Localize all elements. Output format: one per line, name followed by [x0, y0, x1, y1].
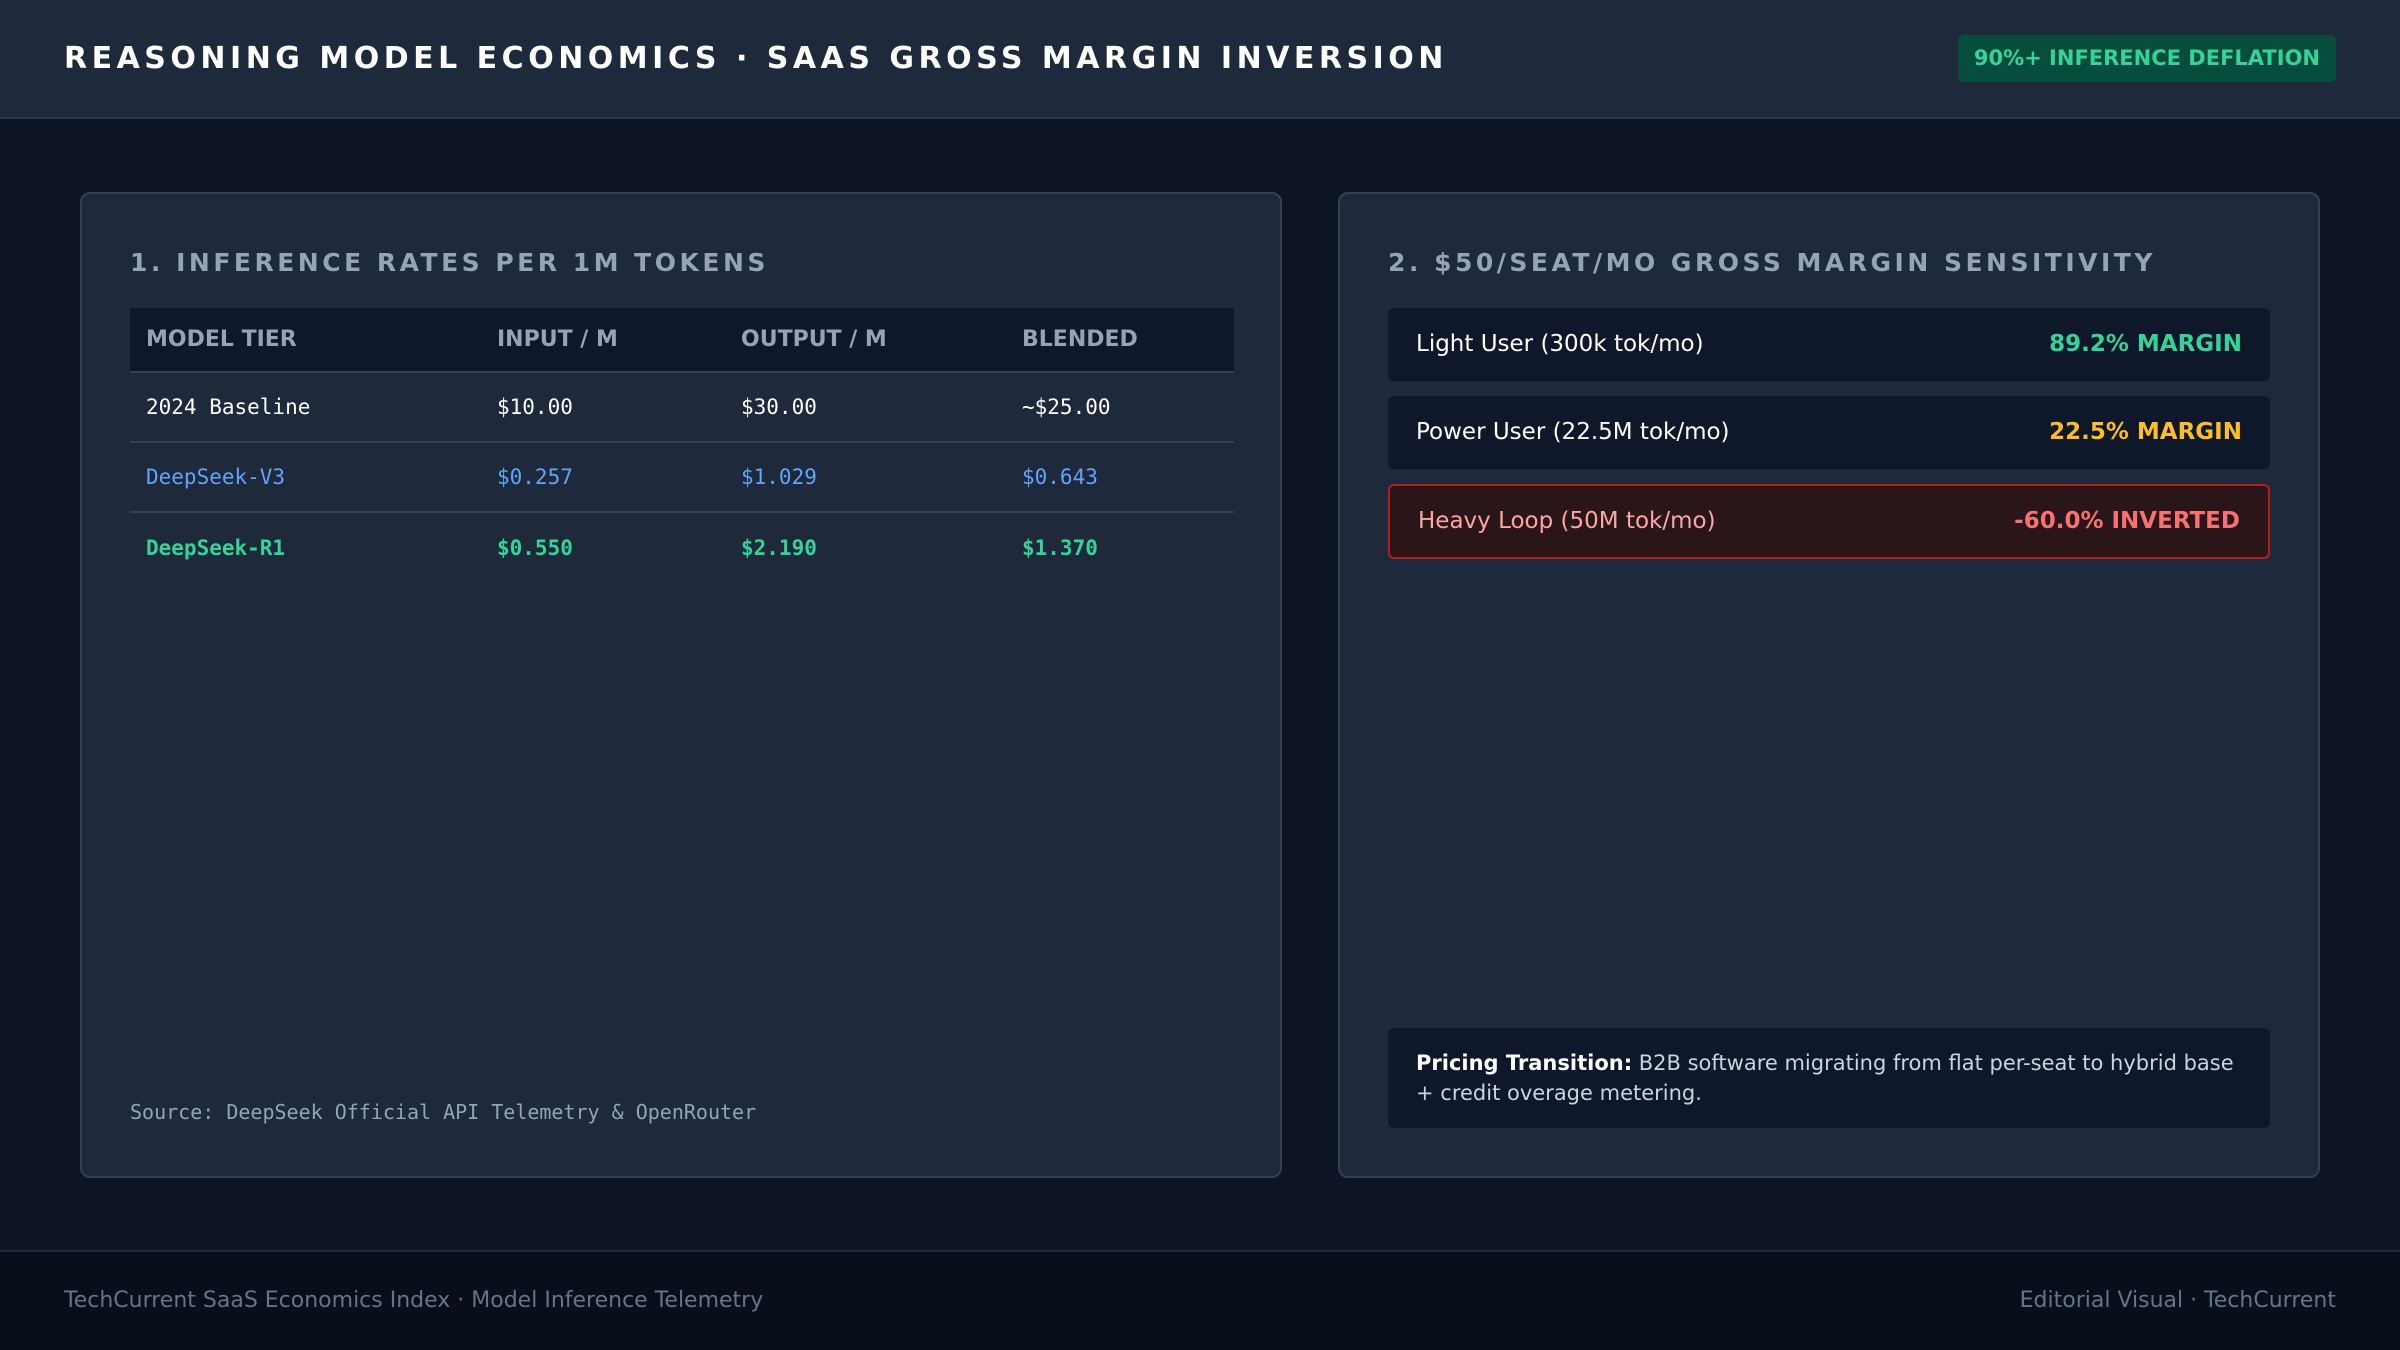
- footer-credit-left: TechCurrent SaaS Economics Index · Model…: [64, 1288, 764, 1313]
- source-note: Source: DeepSeek Official API Telemetry …: [130, 1100, 757, 1124]
- cell-output: $30.00: [725, 372, 1006, 443]
- margin-sensitivity-panel: 2. $50/SEAT/MO GROSS MARGIN SENSITIVITY …: [1338, 192, 2320, 1178]
- inference-rates-table: MODEL TIER INPUT / M OUTPUT / M BLENDED …: [130, 308, 1234, 582]
- tier-margin-value: 89.2% MARGIN: [2049, 331, 2242, 357]
- page-footer: TechCurrent SaaS Economics Index · Model…: [0, 1250, 2400, 1350]
- tier-label: Power User (22.5M tok/mo): [1416, 419, 1730, 445]
- inference-rates-title: 1. INFERENCE RATES PER 1M TOKENS: [130, 248, 769, 277]
- tier-label: Light User (300k tok/mo): [1416, 331, 1704, 357]
- page-header: REASONING MODEL ECONOMICS · SAAS GROSS M…: [0, 0, 2400, 119]
- pricing-transition-note: Pricing Transition: B2B software migrati…: [1388, 1028, 2270, 1128]
- tier-light-user: Light User (300k tok/mo) 89.2% MARGIN: [1388, 308, 2270, 381]
- table-row: DeepSeek-V3 $0.257 $1.029 $0.643: [130, 442, 1234, 513]
- cell-blended: ~$25.00: [1006, 372, 1234, 443]
- cell-model: 2024 Baseline: [130, 372, 481, 443]
- table-header-row: MODEL TIER INPUT / M OUTPUT / M BLENDED: [130, 308, 1234, 373]
- table-row: 2024 Baseline $10.00 $30.00 ~$25.00: [130, 372, 1234, 443]
- tier-power-user: Power User (22.5M tok/mo) 22.5% MARGIN: [1388, 396, 2270, 469]
- table-row: DeepSeek-R1 $0.550 $2.190 $1.370: [130, 512, 1234, 582]
- cell-output: $2.190: [741, 535, 817, 560]
- footer-credit-right: Editorial Visual · TechCurrent: [2019, 1288, 2336, 1313]
- deflation-badge: 90%+ INFERENCE DEFLATION: [1957, 35, 2336, 82]
- tier-margin-value: -60.0% INVERTED: [2014, 508, 2240, 534]
- column-header-output: OUTPUT / M: [725, 308, 1006, 373]
- cell-blended: $0.643: [1006, 442, 1234, 513]
- margin-sensitivity-title: 2. $50/SEAT/MO GROSS MARGIN SENSITIVITY: [1388, 248, 2156, 277]
- column-header-model-tier: MODEL TIER: [130, 308, 481, 373]
- tier-label: Heavy Loop (50M tok/mo): [1418, 508, 1716, 534]
- cell-model: DeepSeek-R1: [146, 535, 286, 560]
- cell-blended: $1.370: [1022, 535, 1098, 560]
- note-label: Pricing Transition:: [1416, 1051, 1633, 1075]
- tier-margin-value: 22.5% MARGIN: [2049, 419, 2242, 445]
- cell-input: $0.257: [481, 442, 725, 513]
- cell-output: $1.029: [725, 442, 1006, 513]
- cell-input: $0.550: [497, 535, 573, 560]
- page-title: REASONING MODEL ECONOMICS · SAAS GROSS M…: [64, 41, 1448, 76]
- cell-model: DeepSeek-V3: [130, 442, 481, 513]
- column-header-input: INPUT / M: [481, 308, 725, 373]
- cell-input: $10.00: [481, 372, 725, 443]
- tier-heavy-loop: Heavy Loop (50M tok/mo) -60.0% INVERTED: [1388, 484, 2270, 559]
- column-header-blended: BLENDED: [1006, 308, 1234, 373]
- inference-rates-panel: 1. INFERENCE RATES PER 1M TOKENS MODEL T…: [80, 192, 1282, 1178]
